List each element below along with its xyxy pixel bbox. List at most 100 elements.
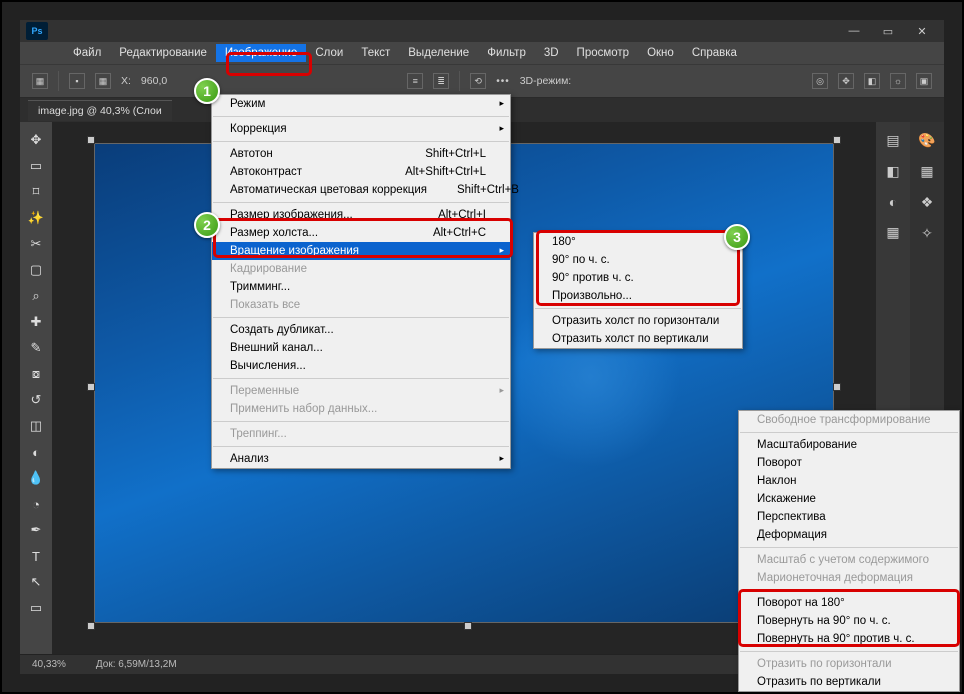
rotate-arbitrary[interactable]: Произвольно...	[534, 287, 742, 305]
grid-icon[interactable]: ▦	[95, 73, 111, 89]
options-bar: ▦ ▪ ▦ X: 960,0 ≡ ≣ ⟲ ••• 3D-режим: ◎ ✥ ◧…	[20, 64, 944, 98]
dolly-icon[interactable]: ◧	[864, 73, 880, 89]
adjustments-panel-icon[interactable]: ◐	[889, 194, 897, 210]
marquee-tool-icon[interactable]: ▭	[23, 154, 49, 178]
handle-right[interactable]	[833, 383, 841, 391]
app-logo: Ps	[26, 22, 48, 40]
menu-autocontrast[interactable]: АвтоконтрастAlt+Shift+Ctrl+L	[212, 163, 510, 181]
shape-tool-icon[interactable]: ▭	[23, 596, 49, 620]
menu-3d[interactable]: 3D	[535, 44, 568, 62]
light-icon[interactable]: ☼	[890, 73, 906, 89]
menu-image-size[interactable]: Размер изображения...Alt+Ctrl+I	[212, 206, 510, 224]
menu-window[interactable]: Окно	[638, 44, 683, 62]
menu-layers[interactable]: Слои	[306, 44, 352, 62]
crop-tool-icon[interactable]: ✂	[23, 232, 49, 256]
handle-top-left[interactable]	[87, 136, 95, 144]
swatches-panel-icon[interactable]: ▦	[920, 163, 933, 180]
flip-horizontal[interactable]: Отразить холст по горизонтали	[534, 312, 742, 330]
ctx-warp[interactable]: Деформация	[739, 526, 959, 544]
menu-canvas-size[interactable]: Размер холста...Alt+Ctrl+C	[212, 224, 510, 242]
type-tool-icon[interactable]: T	[23, 544, 49, 568]
menu-image[interactable]: Изображение	[216, 44, 306, 62]
handle-bottom-left[interactable]	[87, 622, 95, 630]
stamp-tool-icon[interactable]: ⧇	[23, 362, 49, 386]
minimize-button[interactable]: —	[842, 22, 866, 40]
annotation-badge-3: 3	[724, 224, 750, 250]
wand-tool-icon[interactable]: ✨	[23, 206, 49, 230]
menu-calculations[interactable]: Вычисления...	[212, 357, 510, 375]
menu-text[interactable]: Текст	[352, 44, 399, 62]
pan-icon[interactable]: ✥	[838, 73, 854, 89]
menubar: Файл Редактирование Изображение Слои Тек…	[20, 42, 944, 64]
mode-3d-label: 3D-режим:	[520, 75, 572, 87]
frame-tool-icon[interactable]: ▢	[23, 258, 49, 282]
eraser-tool-icon[interactable]: ◫	[23, 414, 49, 438]
ctx-rotate-90cw[interactable]: Повернуть на 90° по ч. с.	[739, 612, 959, 630]
titlebar: Ps — ▭ ✕	[20, 20, 944, 42]
menu-view[interactable]: Просмотр	[568, 44, 639, 62]
gradient-tool-icon[interactable]: ◐	[23, 440, 49, 464]
zoom-level[interactable]: 40,33%	[32, 659, 66, 670]
eyedropper-tool-icon[interactable]: ⌕	[23, 284, 49, 308]
lasso-tool-icon[interactable]: ⌑	[23, 180, 49, 204]
history-panel-icon[interactable]: ▤	[886, 132, 899, 149]
ctx-rotate[interactable]: Поворот	[739, 454, 959, 472]
ctx-perspective[interactable]: Перспектива	[739, 508, 959, 526]
menu-correction[interactable]: Коррекция▸	[212, 120, 510, 138]
rotate-90cw[interactable]: 90° по ч. с.	[534, 251, 742, 269]
render-icon[interactable]: ▣	[916, 73, 932, 89]
menu-rotate-image[interactable]: Вращение изображения▸	[212, 242, 510, 260]
ctx-rotate-180[interactable]: Поворот на 180°	[739, 594, 959, 612]
ref-point-icon[interactable]: ▪	[69, 73, 85, 89]
maximize-button[interactable]: ▭	[876, 22, 900, 40]
ctx-free-transform: Свободное трансформирование	[739, 411, 959, 429]
rotate-submenu: 180° 90° по ч. с. 90° против ч. с. Произ…	[533, 232, 743, 349]
menu-autocolor[interactable]: Автоматическая цветовая коррекцияShift+C…	[212, 181, 510, 199]
handle-top-right[interactable]	[833, 136, 841, 144]
rotate-180[interactable]: 180°	[534, 233, 742, 251]
layers-panel-icon[interactable]: ❖	[921, 194, 934, 211]
menu-apply-image[interactable]: Внешний канал...	[212, 339, 510, 357]
handle-left[interactable]	[87, 383, 95, 391]
document-tab[interactable]: image.jpg @ 40,3% (Слои	[28, 100, 172, 121]
path-tool-icon[interactable]: ↖	[23, 570, 49, 594]
menu-analysis[interactable]: Анализ▸	[212, 450, 510, 468]
menu-help[interactable]: Справка	[683, 44, 746, 62]
handle-bottom[interactable]	[464, 622, 472, 630]
align-v-icon[interactable]: ≣	[433, 73, 449, 89]
tool-preset-icon[interactable]: ▦	[32, 73, 48, 89]
orbit-icon[interactable]: ◎	[812, 73, 828, 89]
more-icon[interactable]: •••	[496, 76, 510, 87]
x-value[interactable]: 960,0	[141, 75, 167, 87]
ctx-skew[interactable]: Наклон	[739, 472, 959, 490]
menu-trim[interactable]: Тримминг...	[212, 278, 510, 296]
rotate-90ccw[interactable]: 90° против ч. с.	[534, 269, 742, 287]
menu-filter[interactable]: Фильтр	[478, 44, 535, 62]
properties-panel-icon[interactable]: ◧	[886, 163, 899, 180]
menu-mode[interactable]: Режим▸	[212, 95, 510, 113]
menu-edit[interactable]: Редактирование	[110, 44, 216, 62]
ctx-scale[interactable]: Масштабирование	[739, 436, 959, 454]
menu-duplicate[interactable]: Создать дубликат...	[212, 321, 510, 339]
flip-vertical[interactable]: Отразить холст по вертикали	[534, 330, 742, 348]
dodge-tool-icon[interactable]: ◔	[23, 492, 49, 516]
constrain-icon[interactable]: ⟲	[470, 73, 486, 89]
ctx-rotate-90ccw[interactable]: Повернуть на 90° против ч. с.	[739, 630, 959, 648]
blur-tool-icon[interactable]: 💧	[23, 466, 49, 490]
close-button[interactable]: ✕	[910, 22, 934, 40]
move-tool-icon[interactable]: ✥	[23, 128, 49, 152]
brush-tool-icon[interactable]: ✎	[23, 336, 49, 360]
ctx-flip-v[interactable]: Отразить по вертикали	[739, 673, 959, 691]
ctx-distort[interactable]: Искажение	[739, 490, 959, 508]
color-panel-icon[interactable]: 🎨	[918, 132, 935, 149]
history-brush-icon[interactable]: ↺	[23, 388, 49, 412]
transform-context-menu: Свободное трансформирование Масштабирова…	[738, 410, 960, 692]
menu-file[interactable]: Файл	[64, 44, 110, 62]
channels-panel-icon[interactable]: ▦	[886, 224, 899, 241]
menu-autotone[interactable]: АвтотонShift+Ctrl+L	[212, 145, 510, 163]
pen-tool-icon[interactable]: ✒	[23, 518, 49, 542]
heal-tool-icon[interactable]: ✚	[23, 310, 49, 334]
paths-panel-icon[interactable]: ✧	[921, 225, 933, 242]
align-h-icon[interactable]: ≡	[407, 73, 423, 89]
menu-select[interactable]: Выделение	[399, 44, 478, 62]
